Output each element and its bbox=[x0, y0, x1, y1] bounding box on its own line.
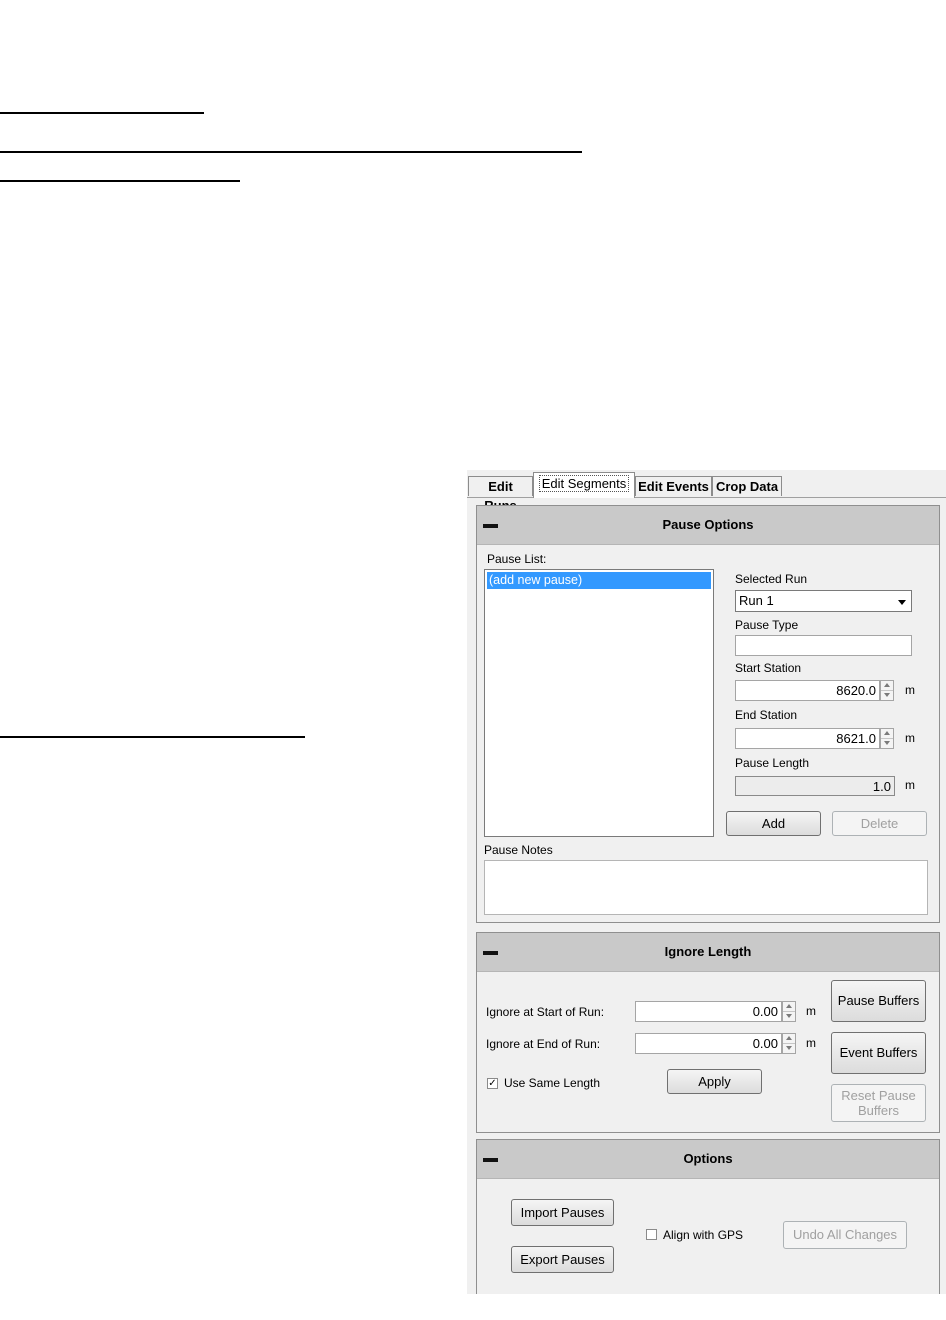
list-item[interactable]: (add new pause) bbox=[487, 572, 711, 589]
align-with-gps-checkbox[interactable] bbox=[646, 1229, 657, 1240]
pause-notes-label: Pause Notes bbox=[484, 843, 553, 857]
pause-type-label: Pause Type bbox=[735, 618, 799, 632]
end-station-label: End Station bbox=[735, 708, 798, 722]
tab-edit-segments-label: Edit Segments bbox=[538, 475, 630, 492]
options-section: Options Import Pauses Export Pauses Alig… bbox=[476, 1139, 940, 1294]
pause-length-label: Pause Length bbox=[735, 756, 810, 770]
tab-crop-data[interactable]: Crop Data bbox=[712, 476, 782, 496]
stepper-up-icon[interactable] bbox=[783, 1002, 795, 1012]
pause-type-field[interactable] bbox=[735, 635, 912, 656]
ignore-length-title: Ignore Length bbox=[664, 944, 752, 959]
ignore-length-header: Ignore Length bbox=[477, 933, 939, 972]
pause-length-unit: m bbox=[905, 778, 915, 792]
stepper-up-icon[interactable] bbox=[783, 1034, 795, 1044]
delete-button[interactable]: Delete bbox=[832, 811, 927, 836]
stepper-down-icon[interactable] bbox=[783, 1012, 795, 1022]
end-station-field[interactable]: 8621.0 bbox=[735, 728, 880, 749]
reset-pause-buffers-button[interactable]: Reset Pause Buffers bbox=[831, 1084, 926, 1122]
import-pauses-button[interactable]: Import Pauses bbox=[511, 1199, 614, 1226]
stepper-down-icon[interactable] bbox=[783, 1044, 795, 1054]
stepper-down-icon[interactable] bbox=[881, 739, 893, 749]
start-station-stepper[interactable] bbox=[880, 680, 894, 701]
pause-list-label: Pause List: bbox=[487, 552, 547, 566]
stepper-up-icon[interactable] bbox=[881, 729, 893, 739]
options-title: Options bbox=[683, 1151, 733, 1166]
pause-buffers-button[interactable]: Pause Buffers bbox=[831, 980, 926, 1022]
pause-list[interactable]: (add new pause) bbox=[484, 569, 714, 837]
end-station-unit: m bbox=[905, 731, 915, 745]
stepper-up-icon[interactable] bbox=[881, 681, 893, 691]
ignore-end-stepper[interactable] bbox=[782, 1033, 796, 1054]
start-station-field[interactable]: 8620.0 bbox=[735, 680, 880, 701]
pause-options-section: Pause Options Pause List: (add new pause… bbox=[476, 505, 940, 923]
ignore-start-stepper[interactable] bbox=[782, 1001, 796, 1022]
selected-run-dropdown[interactable]: Run 1 bbox=[735, 590, 912, 612]
tab-edit-segments[interactable]: Edit Segments bbox=[533, 472, 635, 498]
ignore-end-label: Ignore at End of Run: bbox=[486, 1037, 601, 1051]
tab-edit-events[interactable]: Edit Events bbox=[635, 476, 712, 496]
use-same-length-checkbox[interactable]: ✓ bbox=[487, 1078, 498, 1089]
edit-panel: Edit Runs Edit Segments Edit Events Crop… bbox=[467, 470, 946, 1294]
reset-pause-buffers-label-1: Reset Pause bbox=[841, 1088, 916, 1103]
ignore-start-label: Ignore at Start of Run: bbox=[486, 1005, 605, 1019]
ignore-start-field[interactable]: 0.00 bbox=[635, 1001, 782, 1022]
tab-edit-runs[interactable]: Edit Runs bbox=[468, 476, 533, 513]
ignore-end-field[interactable]: 0.00 bbox=[635, 1033, 782, 1054]
apply-button[interactable]: Apply bbox=[667, 1069, 762, 1094]
event-buffers-button[interactable]: Event Buffers bbox=[831, 1032, 926, 1074]
document-rule-2 bbox=[0, 151, 582, 153]
pause-options-title: Pause Options bbox=[662, 517, 754, 532]
add-button[interactable]: Add bbox=[726, 811, 821, 836]
selected-run-label: Selected Run bbox=[735, 572, 808, 586]
selected-run-value: Run 1 bbox=[739, 593, 774, 608]
undo-all-changes-button[interactable]: Undo All Changes bbox=[783, 1221, 907, 1249]
export-pauses-button[interactable]: Export Pauses bbox=[511, 1246, 614, 1273]
ignore-length-section: Ignore Length Ignore at Start of Run: 0.… bbox=[476, 932, 940, 1133]
options-header: Options bbox=[477, 1140, 939, 1179]
document-rule-1 bbox=[0, 112, 204, 114]
align-with-gps-label: Align with GPS bbox=[663, 1228, 744, 1242]
document-rule-4 bbox=[0, 736, 305, 738]
ignore-end-unit: m bbox=[806, 1036, 816, 1050]
use-same-length-label: Use Same Length bbox=[504, 1076, 601, 1090]
tab-bar: Edit Runs Edit Segments Edit Events Crop… bbox=[467, 470, 946, 513]
pause-options-header: Pause Options bbox=[477, 506, 939, 545]
end-station-stepper[interactable] bbox=[880, 728, 894, 749]
start-station-unit: m bbox=[905, 683, 915, 697]
pause-notes-field[interactable] bbox=[484, 860, 928, 915]
chevron-down-icon bbox=[898, 600, 906, 605]
reset-pause-buffers-label-2: Buffers bbox=[858, 1103, 899, 1118]
pause-length-field: 1.0 bbox=[735, 776, 895, 796]
start-station-label: Start Station bbox=[735, 661, 802, 675]
ignore-start-unit: m bbox=[806, 1004, 816, 1018]
document-rule-3 bbox=[0, 180, 240, 182]
stepper-down-icon[interactable] bbox=[881, 691, 893, 701]
